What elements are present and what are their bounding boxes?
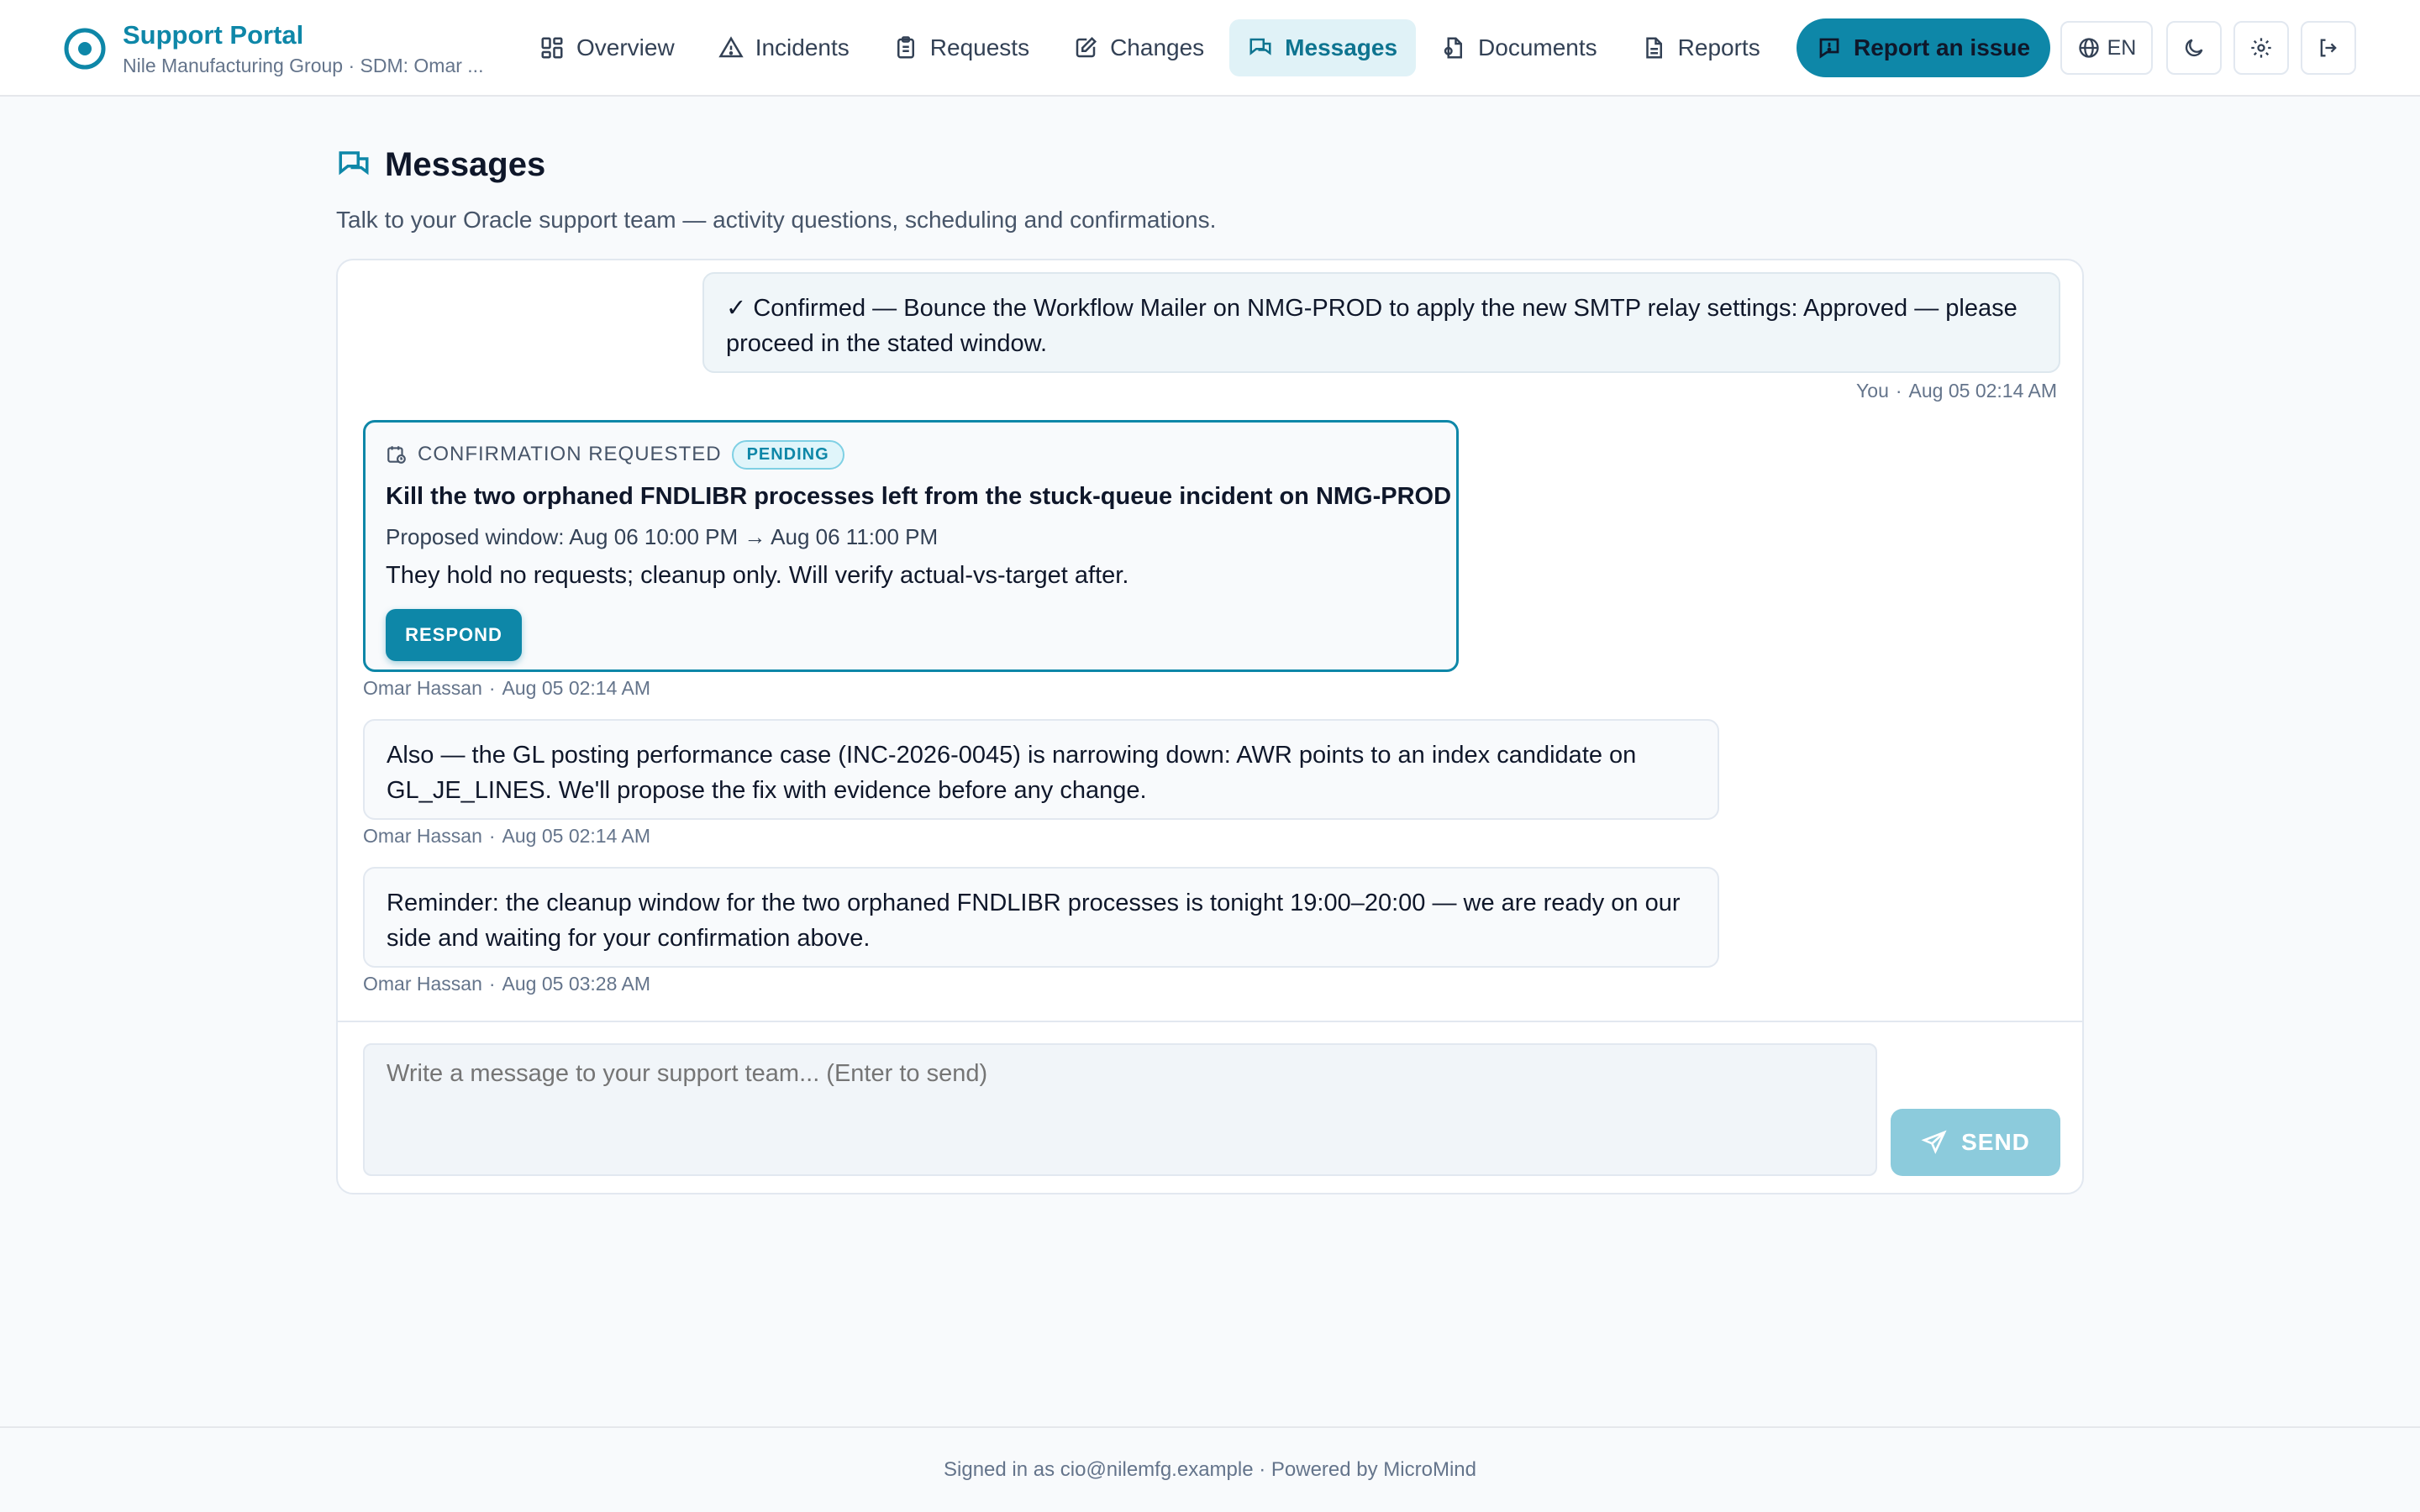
message-bubble-other: Also — the GL posting performance case (… xyxy=(363,719,1719,820)
grid-icon xyxy=(541,37,563,59)
respond-button[interactable]: RESPOND xyxy=(386,609,522,661)
messages-icon xyxy=(339,151,369,176)
message-author: You xyxy=(1856,380,1889,402)
nav-reports[interactable]: Reports xyxy=(1623,19,1779,76)
nav-messages-label: Messages xyxy=(1285,34,1398,60)
message-author: Omar Hassan xyxy=(363,825,482,847)
chat-icon xyxy=(1249,38,1271,55)
confirmation-body: They hold no requests; cleanup only. Wil… xyxy=(386,562,1129,589)
report-chat-icon xyxy=(1819,38,1839,59)
message-time: Aug 05 02:14 AM xyxy=(1908,380,2057,402)
nav-documents-label: Documents xyxy=(1478,34,1597,60)
page-subtitle: Talk to your Oracle support team — activ… xyxy=(336,207,1217,233)
message-author: Omar Hassan xyxy=(363,677,482,699)
nav-messages[interactable]: Messages xyxy=(1229,19,1417,76)
nav-incidents[interactable]: Incidents xyxy=(700,19,868,76)
send-label: SEND xyxy=(1961,1129,2030,1155)
language-label: EN xyxy=(2107,35,2137,60)
warning-icon xyxy=(718,36,744,58)
footer: Signed in as cio@nilemfg.example · Power… xyxy=(0,1426,2420,1512)
footer-text: Signed in as cio@nilemfg.example · Power… xyxy=(944,1458,1476,1481)
nav-incidents-label: Incidents xyxy=(755,34,850,60)
nav-changes[interactable]: Changes xyxy=(1055,19,1223,76)
brand-title: Support Portal xyxy=(123,20,304,50)
send-icon xyxy=(1921,1130,1947,1154)
page-title-text: Messages xyxy=(385,145,546,183)
message-input[interactable] xyxy=(363,1043,1877,1176)
calendar-clock-icon xyxy=(387,446,406,464)
gear-icon xyxy=(2251,38,2271,58)
report-issue-label: Report an issue xyxy=(1853,34,2031,60)
nav-changes-label: Changes xyxy=(1110,34,1205,60)
confirmation-kicker: CONFIRMATION REQUESTED xyxy=(418,443,722,465)
message-meta-self: You · Aug 05 02:14 AM xyxy=(1856,380,2057,402)
globe-icon xyxy=(2078,38,2099,58)
message-meta-second: Omar Hassan · Aug 05 02:14 AM xyxy=(363,825,651,847)
nav-overview[interactable]: Overview xyxy=(521,19,693,76)
confirmation-window: Proposed window: Aug 06 10:00 PM → Aug 0… xyxy=(386,524,939,549)
page-title: Messages xyxy=(336,143,1216,186)
message-meta-confirmation: Omar Hassan · Aug 05 02:14 AM xyxy=(363,677,651,699)
nav-requests[interactable]: Requests xyxy=(875,19,1048,76)
brand-subtitle: Nile Manufacturing Group · SDM: Omar ... xyxy=(123,55,484,76)
message-bubble-other: Reminder: the cleanup window for the two… xyxy=(363,867,1719,968)
nav-reports-label: Reports xyxy=(1677,34,1760,60)
logout-icon xyxy=(2320,39,2337,57)
nav-documents[interactable]: Documents xyxy=(1423,19,1616,76)
confirmation-card: CONFIRMATION REQUESTED PENDING Kill the … xyxy=(363,420,1459,672)
message-meta-third: Omar Hassan · Aug 05 03:28 AM xyxy=(363,973,651,995)
confirmation-title: Kill the two orphaned FNDLIBR processes … xyxy=(386,483,1452,510)
message-time: Aug 05 02:14 AM xyxy=(502,825,651,847)
chat-panel: ✓ Confirmed — Bounce the Workflow Mailer… xyxy=(336,259,2084,1194)
composer-divider xyxy=(338,1021,2082,1022)
moon-icon xyxy=(2185,39,2203,57)
brand[interactable]: Support Portal Nile Manufacturing Group … xyxy=(62,18,483,79)
theme-toggle-button[interactable] xyxy=(2166,21,2222,75)
report-icon xyxy=(1645,37,1662,59)
document-icon xyxy=(1444,37,1463,59)
send-button[interactable]: SEND xyxy=(1891,1109,2060,1176)
edit-icon xyxy=(1076,36,1097,58)
message-author: Omar Hassan xyxy=(363,973,482,995)
message-time: Aug 05 02:14 AM xyxy=(502,677,651,699)
status-badge: PENDING xyxy=(731,439,844,470)
page-header: Messages Talk to your Oracle support tea… xyxy=(336,143,1216,234)
message-bubble-self: ✓ Confirmed — Bounce the Workflow Mailer… xyxy=(702,272,2060,373)
language-button[interactable]: EN xyxy=(2060,21,2153,75)
message-time: Aug 05 03:28 AM xyxy=(502,973,651,995)
nav-overview-label: Overview xyxy=(576,34,675,60)
clipboard-icon xyxy=(897,36,914,59)
settings-button[interactable] xyxy=(2233,21,2289,75)
main-nav: Overview Incidents Requests Changes Mess… xyxy=(521,18,1779,77)
nav-requests-label: Requests xyxy=(929,34,1030,60)
top-bar: Support Portal Nile Manufacturing Group … xyxy=(0,0,2420,97)
brand-logo-icon xyxy=(64,28,106,70)
logout-button[interactable] xyxy=(2301,21,2356,75)
report-issue-button[interactable]: Report an issue xyxy=(1797,18,2050,77)
